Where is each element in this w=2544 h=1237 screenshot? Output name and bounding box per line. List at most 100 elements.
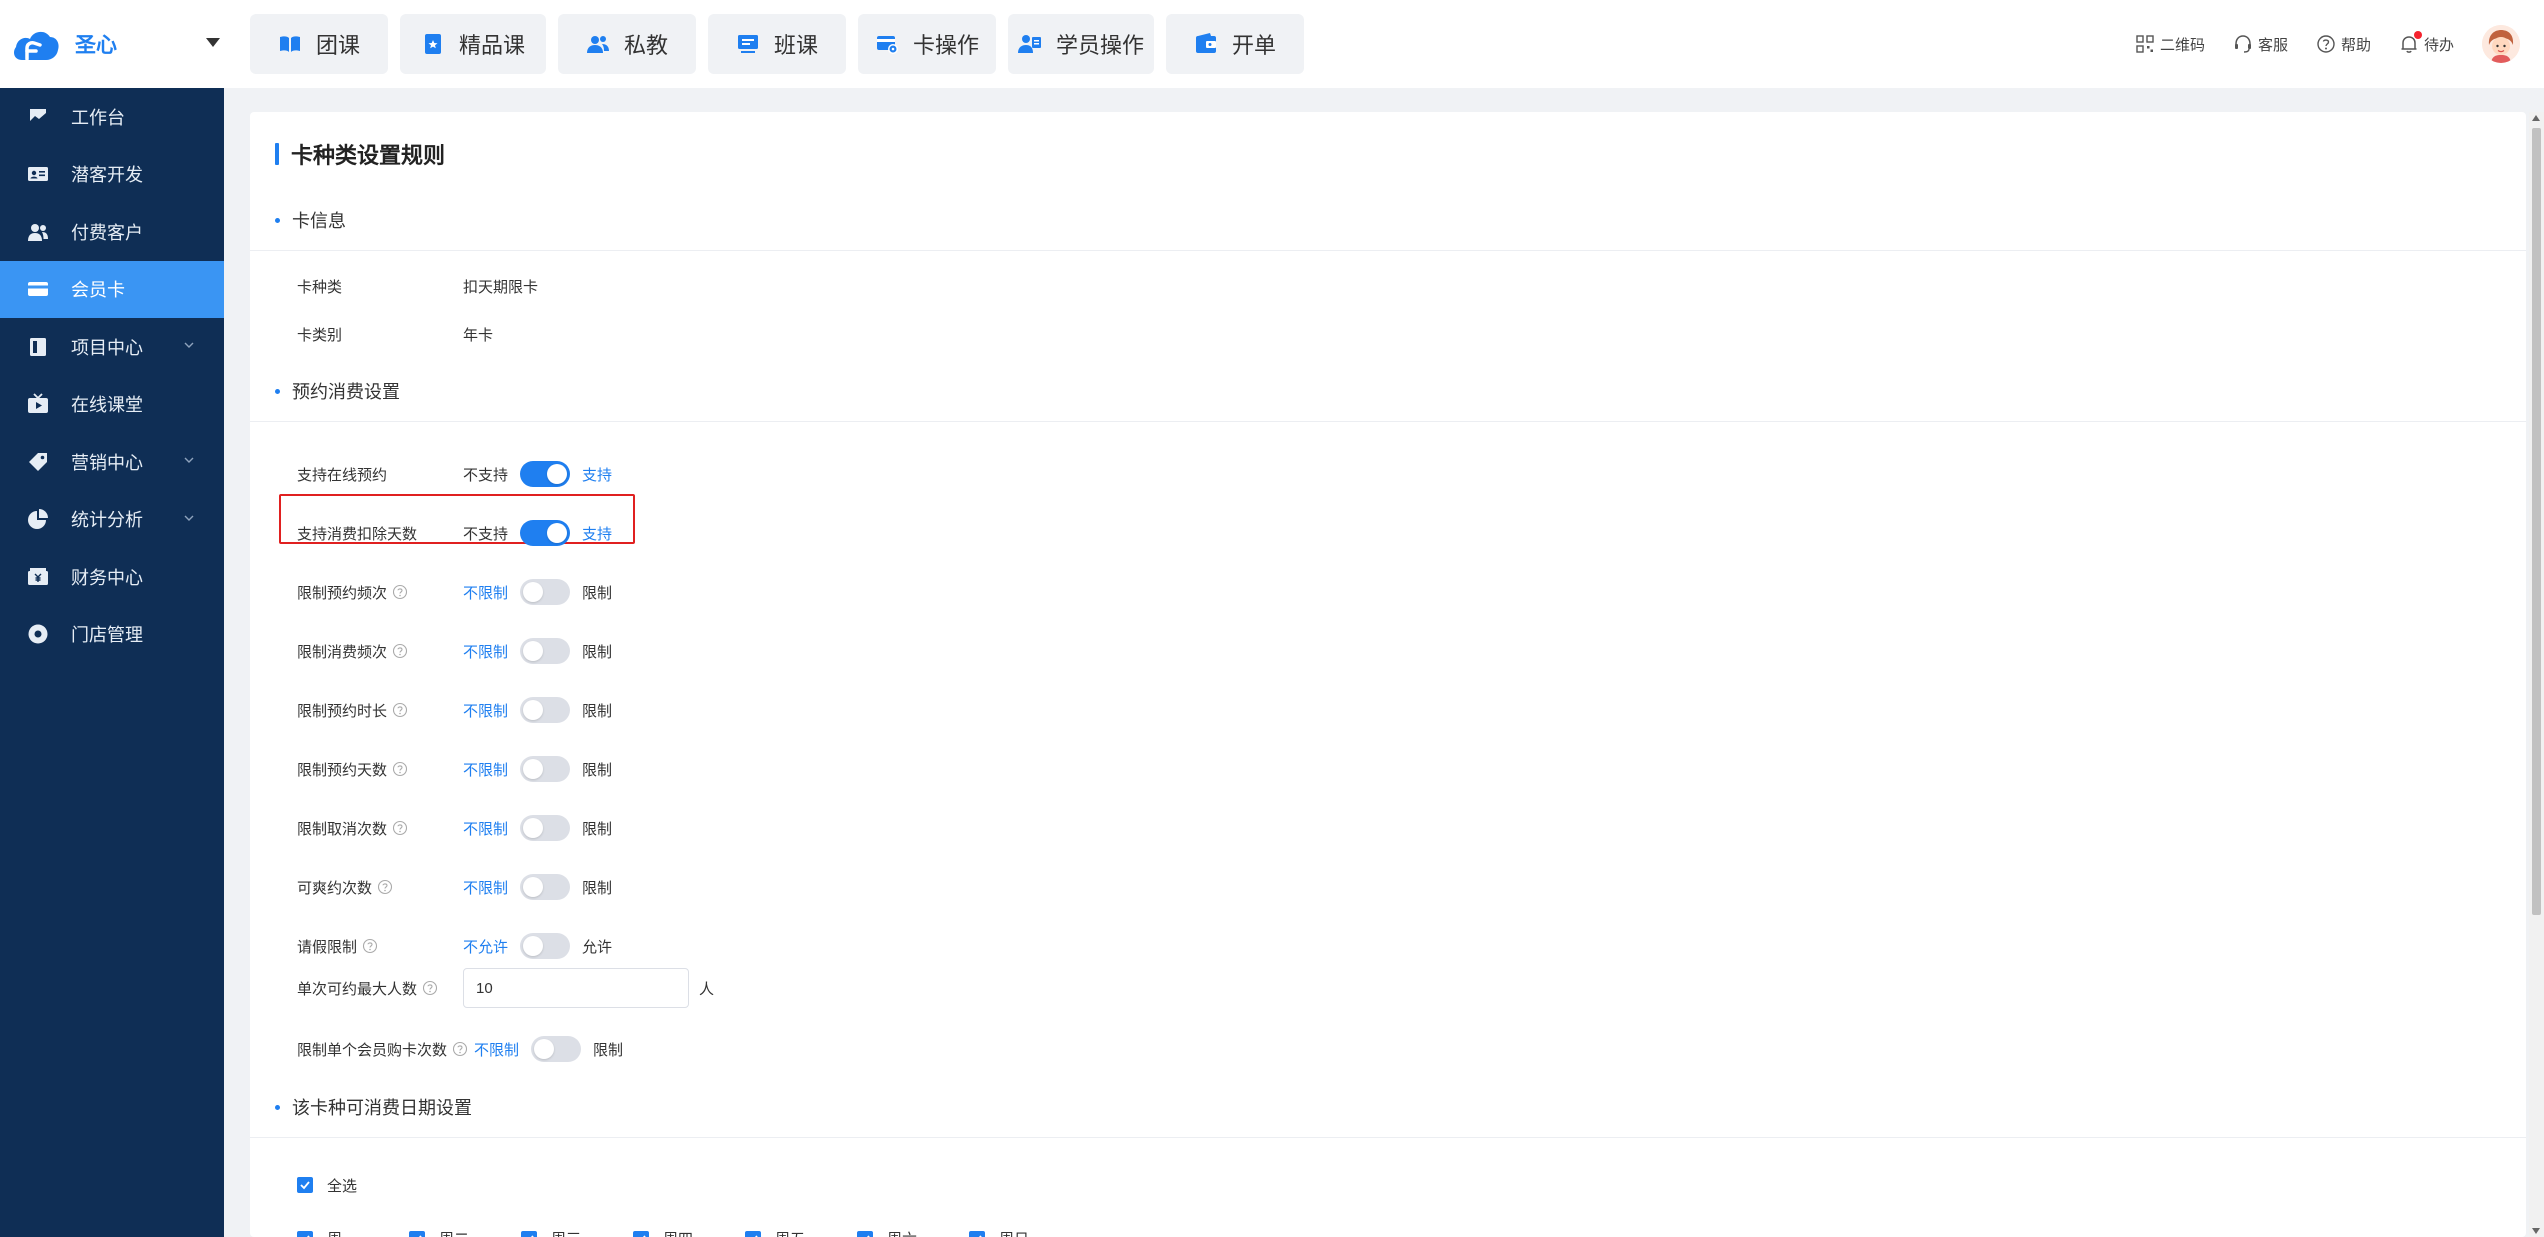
limit-cancel-count-switch[interactable] (520, 815, 571, 841)
weekday-item[interactable]: 周五 (745, 1228, 857, 1237)
limit-booking-days-switch[interactable] (520, 756, 571, 782)
question-icon[interactable] (392, 643, 408, 659)
limit-booking-frequency-on-label[interactable]: 限制 (582, 582, 612, 603)
switch-knob (523, 936, 544, 956)
limit-consume-frequency-switch[interactable] (520, 638, 571, 664)
max-people-input[interactable] (463, 968, 689, 1008)
limit-booking-frequency-switch[interactable] (520, 579, 571, 605)
question-icon[interactable] (452, 1041, 468, 1057)
nav-card-ops-button[interactable]: 卡操作 (858, 14, 996, 74)
pie-chart-icon (28, 509, 48, 530)
limit-cancel-count-on-label[interactable]: 限制 (582, 818, 612, 839)
limit-booking-frequency-off-label[interactable]: 不限制 (463, 582, 508, 603)
nav-premium-class-button[interactable]: 精品课 (400, 14, 546, 74)
nav-open-order-button[interactable]: 开单 (1166, 14, 1304, 74)
weekday-checkbox[interactable] (857, 1230, 873, 1237)
caret-down-icon[interactable] (206, 38, 220, 47)
question-icon[interactable] (392, 584, 408, 600)
sidebar-item-paying-customers[interactable]: 付费客户 (0, 203, 224, 261)
sidebar-item-prospects[interactable]: 潜客开发 (0, 146, 224, 204)
weekday-item[interactable]: 周六 (857, 1228, 969, 1237)
switch-knob (523, 700, 544, 720)
limit-booking-duration-switch[interactable] (520, 697, 571, 723)
weekday-checkbox[interactable] (297, 1230, 313, 1237)
limit-booking-days-off-label[interactable]: 不限制 (463, 759, 508, 780)
weekday-item[interactable]: 周四 (633, 1228, 745, 1237)
question-icon[interactable] (392, 702, 408, 718)
weekday-item[interactable]: 周一 (297, 1228, 409, 1237)
sidebar-item-project-center[interactable]: 项目中心 (0, 318, 224, 376)
help-button[interactable]: 帮助 (2316, 34, 2371, 55)
no-show-count-switch[interactable] (520, 874, 571, 900)
weekday-checkboxes: 周一周二周三周四周五周六周日 (297, 1228, 1081, 1237)
nav-private-coach-button[interactable]: 私教 (558, 14, 696, 74)
online-booking-off-label[interactable]: 不支持 (463, 464, 508, 485)
weekday-checkbox[interactable] (633, 1230, 649, 1237)
sidebar-item-marketing-center[interactable]: 营销中心 (0, 433, 224, 491)
switch-knob (523, 759, 544, 779)
weekday-item[interactable]: 周三 (521, 1228, 633, 1237)
user-avatar[interactable] (2482, 25, 2520, 63)
check-icon (642, 1234, 646, 1237)
weekday-checkbox[interactable] (409, 1230, 425, 1237)
limit-purchase-off-label[interactable]: 不限制 (474, 1039, 519, 1060)
select-all-checkbox[interactable] (297, 1177, 313, 1193)
question-icon[interactable] (422, 980, 438, 996)
sidebar-item-member-card[interactable]: 会员卡 (0, 260, 224, 318)
leave-limit-switch[interactable] (520, 933, 571, 959)
scroll-up-arrow[interactable] (2532, 115, 2540, 121)
max-people-row: 单次可约最大人数 人 (297, 968, 714, 1008)
divider (250, 421, 2526, 422)
check-icon (530, 1234, 534, 1237)
limit-booking-duration-off-label[interactable]: 不限制 (463, 700, 508, 721)
no-show-count-on-label[interactable]: 限制 (582, 877, 612, 898)
weekday-item[interactable]: 周二 (409, 1228, 521, 1237)
consume-deduct-days-switch[interactable] (520, 520, 571, 546)
question-icon[interactable] (362, 938, 378, 954)
nav-group-class-button[interactable]: 团课 (250, 14, 388, 74)
online-booking-on-label[interactable]: 支持 (582, 464, 612, 485)
sidebar-item-statistics[interactable]: 统计分析 (0, 491, 224, 549)
nav-class-course-button[interactable]: 班课 (708, 14, 846, 74)
qrcode-button[interactable]: 二维码 (2135, 34, 2205, 55)
weekday-item[interactable]: 周日 (969, 1228, 1081, 1237)
limit-cancel-count-off-label[interactable]: 不限制 (463, 818, 508, 839)
sidebar-item-workbench[interactable]: 工作台 (0, 88, 224, 146)
weekday-checkbox[interactable] (745, 1230, 761, 1237)
limit-consume-frequency-off-label[interactable]: 不限制 (463, 641, 508, 662)
sidebar-item-online-classroom[interactable]: 在线课堂 (0, 376, 224, 434)
weekday-checkbox[interactable] (969, 1230, 985, 1237)
question-icon[interactable] (392, 820, 408, 836)
limit-cancel-count-row: 限制取消次数 不限制 限制 (297, 813, 612, 843)
switch-knob (523, 877, 544, 897)
online-booking-switch[interactable] (520, 461, 571, 487)
consume-deduct-days-off-label[interactable]: 不支持 (463, 523, 508, 544)
leave-limit-off-label[interactable]: 不允许 (463, 936, 508, 957)
sidebar-item-store-management[interactable]: 门店管理 (0, 606, 224, 664)
check-icon (866, 1234, 870, 1237)
limit-purchase-switch[interactable] (531, 1036, 582, 1062)
scroll-thumb[interactable] (2532, 128, 2541, 915)
question-icon[interactable] (392, 761, 408, 777)
switch-knob (523, 582, 544, 602)
limit-purchase-on-label[interactable]: 限制 (593, 1039, 623, 1060)
question-icon[interactable] (377, 879, 393, 895)
vertical-scrollbar[interactable] (2529, 112, 2544, 1237)
nav-student-ops-button[interactable]: 学员操作 (1008, 14, 1154, 74)
online-booking-row: 支持在线预约 不支持 支持 (297, 459, 612, 489)
scroll-down-arrow[interactable] (2532, 1228, 2540, 1234)
consume-deduct-days-on-label[interactable]: 支持 (582, 523, 612, 544)
sidebar-item-finance-center[interactable]: 财务中心 (0, 548, 224, 606)
limit-consume-frequency-on-label[interactable]: 限制 (582, 641, 612, 662)
weekday-checkbox[interactable] (521, 1230, 537, 1237)
qrcode-icon (2136, 35, 2154, 53)
brand[interactable]: 圣心 (10, 20, 117, 68)
customer-service-button[interactable]: 客服 (2233, 34, 2288, 55)
no-show-count-off-label[interactable]: 不限制 (463, 877, 508, 898)
top-nav: 团课 精品课 私教 班课 卡操作 学员操作 开单 (250, 14, 1316, 74)
leave-limit-on-label[interactable]: 允许 (582, 936, 612, 957)
todo-button[interactable]: 待办 (2399, 30, 2454, 55)
limit-booking-duration-on-label[interactable]: 限制 (582, 700, 612, 721)
limit-booking-days-on-label[interactable]: 限制 (582, 759, 612, 780)
headset-icon (2234, 35, 2251, 53)
